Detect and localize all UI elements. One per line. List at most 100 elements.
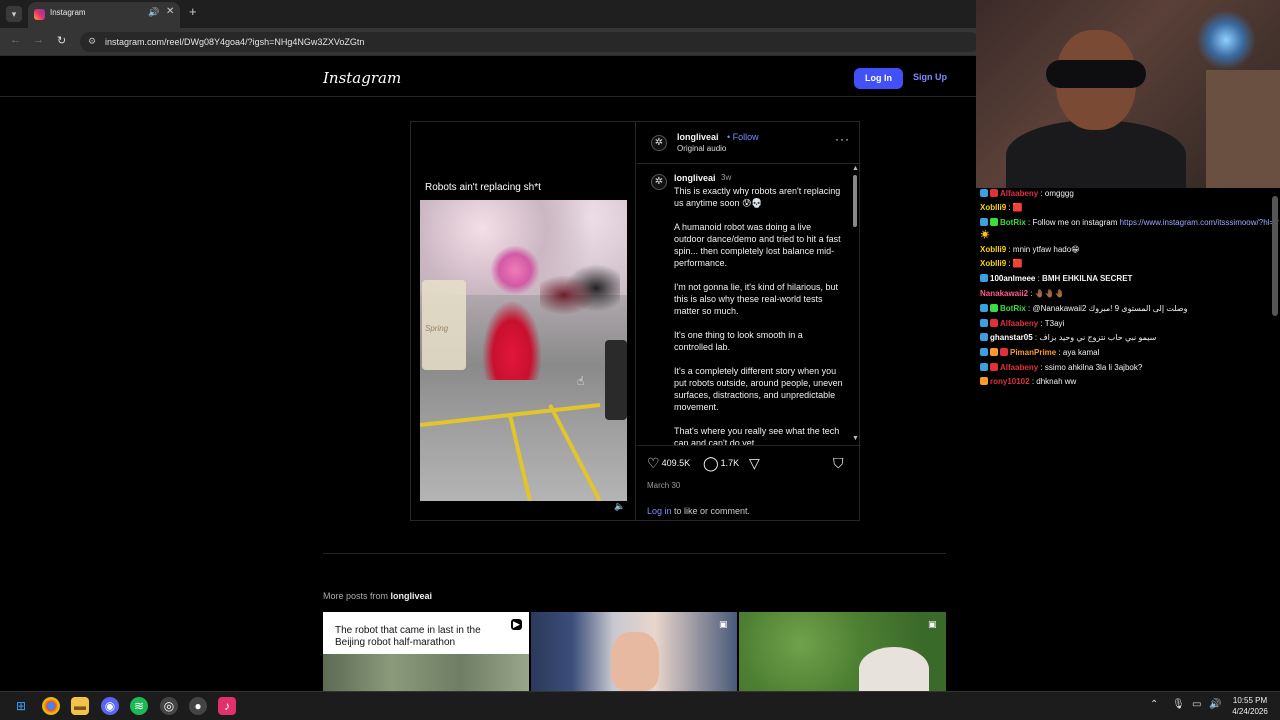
chat-scroll-thumb[interactable] bbox=[1272, 196, 1278, 316]
file-explorer-icon[interactable]: ▬ bbox=[71, 697, 89, 715]
chat-message: Xoblli9 : 🟥 bbox=[980, 259, 1023, 268]
more-post-thumbnail[interactable]: The robot that came in last in the Beiji… bbox=[323, 612, 529, 691]
instagram-logo[interactable]: Instagram bbox=[323, 69, 401, 87]
caption-body: This is exactly why robots aren't replac… bbox=[674, 185, 844, 445]
microphone-icon[interactable]: 🎙 bbox=[1172, 699, 1185, 710]
close-icon[interactable]: ✕ bbox=[166, 6, 174, 17]
volume-icon[interactable]: 🔈 bbox=[614, 501, 625, 512]
volume-tray-icon[interactable]: 🔊 bbox=[1209, 699, 1221, 710]
like-button[interactable]: ♡ 409.5K bbox=[647, 455, 690, 472]
streamer-goggles bbox=[1046, 60, 1146, 88]
chrome-icon[interactable] bbox=[42, 697, 60, 715]
site-info-icon[interactable]: ⚙ bbox=[88, 36, 96, 47]
chat-message: Alfaabeny : T3ayi bbox=[980, 319, 1064, 328]
discord-icon[interactable]: ◉ bbox=[101, 697, 119, 715]
reel-icon: ▶ bbox=[511, 619, 522, 630]
avatar[interactable]: ✲ bbox=[651, 174, 667, 190]
chat-text: omgggg bbox=[1044, 189, 1074, 198]
chat-message: Alfaabeny : omgggg bbox=[980, 189, 1074, 198]
windows-start-icon[interactable]: ⊞ bbox=[12, 697, 30, 715]
post-date: March 30 bbox=[647, 481, 681, 490]
more-options-icon[interactable]: ··· bbox=[835, 132, 850, 146]
display-icon[interactable]: ▭ bbox=[1192, 699, 1201, 710]
chat-user[interactable]: rony10102 bbox=[990, 377, 1030, 386]
caption-paragraph: It's a completely different story when y… bbox=[674, 366, 843, 412]
chat-user[interactable]: Alfaabeny bbox=[1000, 319, 1038, 328]
reload-icon[interactable]: ↻ bbox=[57, 34, 66, 47]
chat-message: 100anlmeee : BMH EHKILNA SECRET bbox=[980, 274, 1132, 283]
url-text[interactable]: instagram.com/reel/DWg08Y4goa4/?igsh=NHg… bbox=[105, 37, 364, 47]
caption-username[interactable]: longliveai bbox=[674, 173, 716, 183]
chat-user[interactable]: Xoblli9 bbox=[980, 245, 1006, 254]
chat-user[interactable]: ghanstar05 bbox=[990, 333, 1033, 342]
speaker-icon[interactable]: 🔊 bbox=[148, 7, 159, 18]
chat-user[interactable]: Nanakawaii2 bbox=[980, 289, 1028, 298]
obs-icon[interactable]: ● bbox=[189, 697, 207, 715]
thumbnail-face bbox=[611, 632, 659, 691]
chat-user[interactable]: Alfaabeny bbox=[1000, 189, 1038, 198]
tab-instagram[interactable]: Instagram 🔊 ✕ bbox=[28, 2, 180, 28]
clock-date: 4/24/2026 bbox=[1232, 707, 1268, 716]
chat-text: 🤚🏾🤚🏾🤚🏾 bbox=[1034, 289, 1065, 298]
login-button[interactable]: Log In bbox=[854, 68, 903, 89]
spring-sign: Spring bbox=[422, 280, 466, 370]
tab-list-chevron-icon[interactable]: ▾ bbox=[6, 6, 22, 22]
login-link[interactable]: Log in bbox=[647, 506, 672, 516]
more-post-thumbnail[interactable]: ▣ bbox=[739, 612, 946, 691]
reel-icon: ▣ bbox=[719, 619, 728, 629]
chat-text: 🟥 bbox=[1012, 203, 1023, 212]
system-clock[interactable]: 10:55 PM 4/24/2026 bbox=[1228, 695, 1272, 717]
caption-scroll-area[interactable]: ✲ longliveai 3w This is exactly why robo… bbox=[637, 165, 861, 445]
follow-link[interactable]: • Follow bbox=[727, 132, 759, 142]
chat-text: @Nanakawaii2 وصلت إلى المستوى 9 !مبروك bbox=[1032, 304, 1188, 313]
chat-text: ssimo ahkilna 3la li 3ajbok? bbox=[1044, 363, 1143, 372]
scroll-down-icon[interactable]: ▼ bbox=[852, 435, 859, 442]
ig-header: Instagram Log In Sign Up bbox=[0, 57, 976, 97]
caption-scrollbar[interactable]: ▲ ▼ bbox=[851, 165, 859, 445]
post-username[interactable]: longliveai bbox=[677, 132, 719, 142]
chat-scrollbar[interactable] bbox=[1272, 188, 1278, 688]
more-posts-username[interactable]: longliveai bbox=[391, 591, 433, 601]
chat-user[interactable]: Xoblli9 bbox=[980, 203, 1006, 212]
chat-text: 🟥 bbox=[1012, 259, 1023, 268]
chat-user[interactable]: BotRix bbox=[1000, 304, 1026, 313]
tiktok-icon[interactable]: ♪ bbox=[218, 697, 236, 715]
comment-count: 1.7K bbox=[720, 457, 740, 468]
webcam-overlay bbox=[976, 0, 1280, 188]
chat-link[interactable]: https://www.instagram.com/itsssimoow/?hl… bbox=[1120, 218, 1279, 227]
chat-user[interactable]: PimanPrime bbox=[1010, 348, 1056, 357]
caption-paragraph: A humanoid robot was doing a live outdoo… bbox=[674, 222, 841, 268]
chat-message: Alfaabeny : ssimo ahkilna 3la li 3ajbok? bbox=[980, 363, 1142, 372]
video-frame[interactable]: Spring bbox=[420, 200, 627, 501]
new-tab-plus-icon[interactable]: + bbox=[189, 4, 197, 19]
scroll-thumb[interactable] bbox=[853, 175, 857, 227]
flower-costume bbox=[490, 245, 540, 295]
back-arrow-icon[interactable]: ← bbox=[10, 34, 21, 46]
chat-user[interactable]: BotRix bbox=[1000, 218, 1026, 227]
clock-time: 10:55 PM bbox=[1232, 696, 1268, 705]
comment-bubble-icon: ◯ bbox=[703, 455, 719, 471]
audio-label[interactable]: Original audio bbox=[677, 144, 726, 153]
avatar[interactable]: ✲ bbox=[651, 135, 667, 151]
url-bar[interactable]: ⚙ instagram.com/reel/DWg08Y4goa4/?igsh=N… bbox=[80, 32, 980, 52]
tray-chevron-icon[interactable]: ⌃ bbox=[1150, 699, 1158, 710]
chat-text: T3ayi bbox=[1044, 319, 1065, 328]
follow-label[interactable]: Follow bbox=[733, 132, 759, 142]
bookmark-icon[interactable]: ⛉ bbox=[833, 455, 846, 472]
forward-arrow-icon[interactable]: → bbox=[33, 34, 44, 46]
scroll-up-icon[interactable]: ▲ bbox=[852, 165, 859, 172]
more-post-thumbnail[interactable]: ▣ bbox=[531, 612, 737, 691]
share-icon[interactable]: ▽ bbox=[749, 455, 762, 472]
signup-link[interactable]: Sign Up bbox=[913, 72, 947, 82]
follow-separator: • bbox=[727, 132, 731, 142]
chat-user[interactable]: 100anlmeee bbox=[990, 274, 1035, 283]
chat-user[interactable]: Xoblli9 bbox=[980, 259, 1006, 268]
login-to-like: Log in to like or comment. bbox=[647, 506, 750, 516]
spotify-icon[interactable]: ≋ bbox=[130, 697, 148, 715]
instagram-page: Instagram Log In Sign Up Robots ain't re… bbox=[0, 57, 976, 691]
chat-user[interactable]: Alfaabeny bbox=[1000, 363, 1038, 372]
reel-video[interactable]: Robots ain't replacing sh*t Spring ☝ 🔈 bbox=[411, 122, 636, 520]
comment-button[interactable]: ◯ 1.7K bbox=[703, 455, 739, 472]
robot-dancer bbox=[482, 300, 542, 380]
chrome-active-icon[interactable]: ◎ bbox=[160, 697, 178, 715]
